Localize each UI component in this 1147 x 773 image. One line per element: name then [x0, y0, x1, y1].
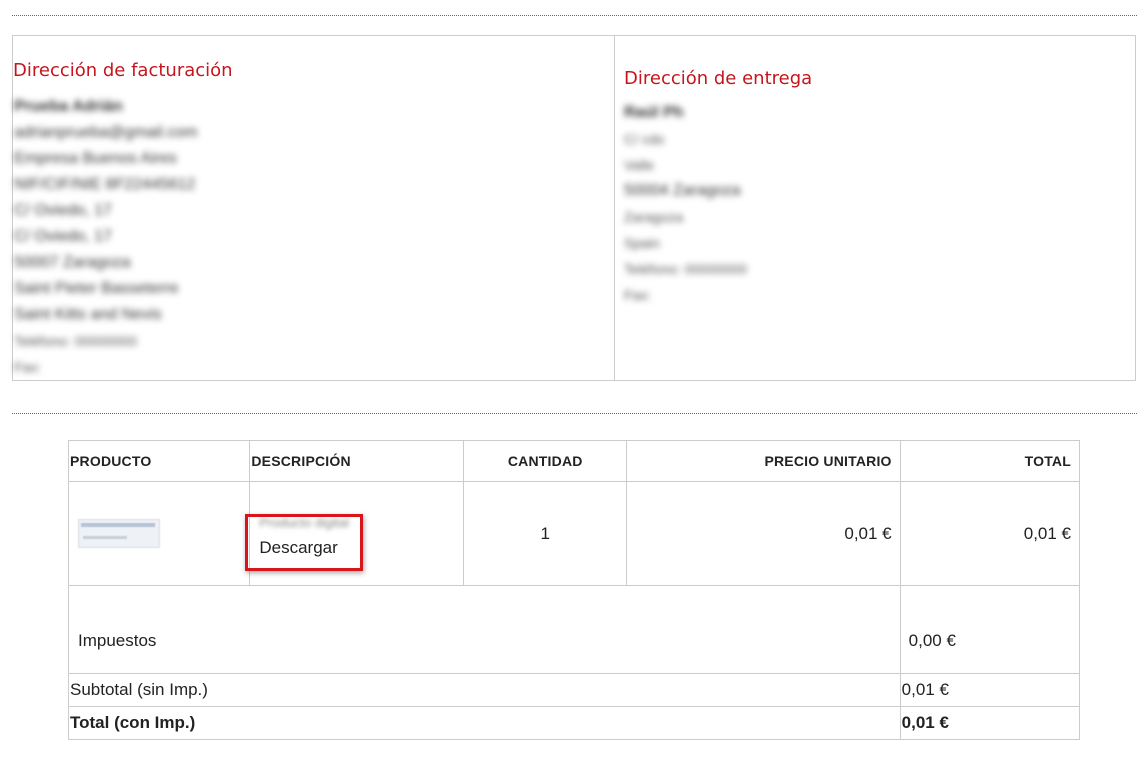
- billing-heading: Dirección de facturación: [13, 60, 233, 81]
- billing-company: Empresa Buenos Aires: [14, 150, 177, 167]
- shipping-name: Raúl Ph: [624, 104, 684, 121]
- shipping-phone: Teléfono: 00000000: [624, 261, 747, 277]
- tax-label: Impuestos: [68, 585, 901, 674]
- table-row: Producto digital Descargar 1 0,01 € 0,01…: [67, 481, 1081, 586]
- shipping-country: Spain: [624, 235, 660, 251]
- shipping-fax: Fax:: [624, 287, 652, 303]
- header-description: DESCRIPCIÓN: [249, 440, 465, 482]
- tax-value: 0,00 €: [899, 585, 1081, 674]
- grand-total-label: Total (con Imp.): [68, 706, 901, 740]
- header-unit-price: PRECIO UNITARIO: [626, 440, 901, 482]
- header-total: TOTAL: [899, 440, 1081, 482]
- shipping-address: Dirección de entrega Raúl Ph C/ cdo Vall…: [615, 36, 1135, 380]
- billing-email: adrianprueba@gmail.com: [14, 124, 198, 141]
- billing-lines: Prueba Adrián adrianprueba@gmail.com Emp…: [14, 94, 197, 380]
- item-total-cell: 0,01 €: [899, 481, 1081, 586]
- billing-country: Saint Kitts and Nevis: [14, 306, 162, 323]
- billing-address: Dirección de facturación Prueba Adrián a…: [13, 36, 615, 380]
- product-cell: [67, 481, 251, 586]
- subtotal-label: Subtotal (sin Imp.): [68, 673, 901, 707]
- billing-name: Prueba Adrián: [14, 98, 123, 115]
- shipping-heading: Dirección de entrega: [624, 68, 813, 89]
- table-header-row: PRODUCTO DESCRIPCIÓN CANTIDAD PRECIO UNI…: [67, 440, 1081, 482]
- billing-region: Saint Pieter Basseterre: [14, 280, 179, 297]
- shipping-lines: Raúl Ph C/ cdo Valle 50004 Zaragoza Zara…: [624, 100, 747, 308]
- top-divider: [12, 15, 1137, 16]
- description-cell: Producto digital Descargar: [245, 481, 465, 586]
- tax-row: Impuestos 0,00 €: [68, 585, 1081, 674]
- header-product: PRODUCTO: [67, 440, 251, 482]
- grand-total-value: 0,01 €: [899, 706, 1081, 740]
- shipping-street-2: Valle: [624, 157, 655, 173]
- header-quantity: CANTIDAD: [463, 440, 628, 482]
- shipping-city: 50004 Zaragoza: [624, 182, 741, 199]
- subtotal-value: 0,01 €: [899, 673, 1081, 707]
- billing-street-2: C/ Oviedo, 17: [14, 228, 112, 245]
- order-table: PRODUCTO DESCRIPCIÓN CANTIDAD PRECIO UNI…: [67, 440, 1081, 740]
- billing-phone: Teléfono: 00000000: [14, 333, 137, 349]
- billing-tax-id: NIF/CIF/NIE 8F22445612: [14, 176, 196, 193]
- shipping-street: C/ cdo: [624, 131, 665, 147]
- subtotal-row: Subtotal (sin Imp.) 0,01 €: [68, 673, 1081, 707]
- shipping-province: Zaragoza: [624, 209, 684, 225]
- product-thumbnail[interactable]: [78, 519, 160, 548]
- download-link[interactable]: Descargar: [259, 538, 337, 558]
- quantity-cell: 1: [463, 481, 628, 586]
- middle-divider: [12, 413, 1137, 414]
- addresses-box: Dirección de facturación Prueba Adrián a…: [12, 35, 1136, 381]
- billing-city: 50007 Zaragoza: [14, 254, 131, 271]
- product-description: Producto digital: [259, 515, 349, 530]
- billing-fax: Fax:: [14, 359, 42, 375]
- grand-total-row: Total (con Imp.) 0,01 €: [68, 706, 1081, 740]
- unit-price-cell: 0,01 €: [626, 481, 901, 586]
- billing-street: C/ Oviedo, 17: [14, 202, 112, 219]
